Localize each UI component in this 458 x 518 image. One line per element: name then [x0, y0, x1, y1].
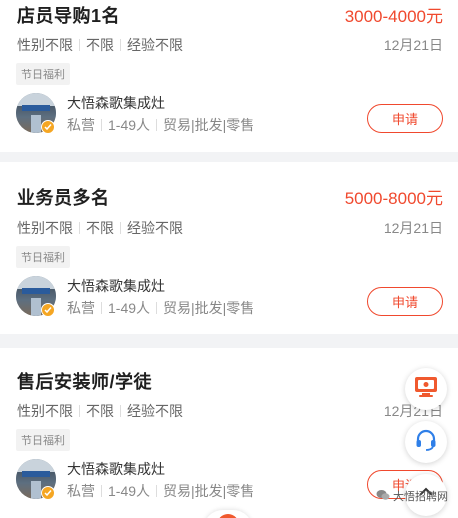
store-sign: [22, 288, 50, 294]
store-sign: [22, 105, 50, 111]
education-requirement: 不限: [86, 37, 114, 53]
store-door: [31, 298, 41, 316]
company-industry: 贸易|批发|零售: [163, 483, 255, 499]
divider: [156, 302, 158, 314]
company-meta: 私营 1-49人 贸易|批发|零售: [67, 298, 262, 318]
store-sign: [22, 471, 50, 477]
monitor-icon: [413, 374, 439, 405]
post-date: 12月21日: [383, 220, 443, 236]
store-door: [31, 481, 41, 499]
customer-service-button[interactable]: [405, 421, 447, 463]
job-salary: 3000-4000元: [344, 7, 443, 26]
job-salary: 5000-8000元: [344, 189, 443, 208]
company-size: 1-49人: [108, 117, 151, 133]
divider: [156, 485, 158, 497]
divider: [101, 302, 102, 314]
divider: [156, 119, 158, 131]
divider: [79, 39, 80, 51]
wechat-icon: [376, 489, 390, 504]
education-requirement: 不限: [86, 220, 114, 236]
monitor-float-button[interactable]: [405, 368, 447, 410]
benefit-tag: 节日福利: [16, 63, 70, 85]
company-meta: 私营 1-49人 贸易|批发|零售: [67, 115, 262, 135]
headset-icon: [414, 428, 438, 457]
divider: [101, 119, 102, 131]
gender-requirement: 性别不限: [17, 403, 73, 419]
job-title[interactable]: 店员导购1名: [17, 2, 120, 28]
job-card[interactable]: 业务员多名 5000-8000元 性别不限 不限 经验不限 12月21日 节日福…: [0, 162, 458, 334]
experience-requirement: 经验不限: [127, 220, 183, 236]
divider: [79, 222, 80, 234]
job-title[interactable]: 业务员多名: [17, 184, 110, 210]
divider: [120, 222, 121, 234]
watermark: 大悟招聘网: [376, 488, 448, 504]
job-requirements: 性别不限 不限 经验不限: [17, 401, 183, 421]
job-requirements: 性别不限 不限 经验不限: [17, 35, 183, 55]
company-type: 私营: [67, 117, 95, 133]
job-title[interactable]: 售后安装师/学徒: [17, 368, 152, 394]
education-requirement: 不限: [86, 403, 114, 419]
experience-requirement: 经验不限: [127, 37, 183, 53]
watermark-text: 大悟招聘网: [393, 491, 448, 503]
action-dot-icon: [217, 514, 239, 518]
verified-badge-icon: [41, 303, 55, 317]
company-name[interactable]: 大悟森歌集成灶: [67, 459, 165, 479]
company-name[interactable]: 大悟森歌集成灶: [67, 276, 165, 296]
apply-button[interactable]: 申请: [367, 104, 443, 133]
experience-requirement: 经验不限: [127, 403, 183, 419]
company-size: 1-49人: [108, 300, 151, 316]
company-size: 1-49人: [108, 483, 151, 499]
store-door: [31, 115, 41, 133]
apply-button[interactable]: 申请: [367, 287, 443, 316]
divider: [101, 485, 102, 497]
company-industry: 贸易|批发|零售: [163, 300, 255, 316]
job-card[interactable]: 店员导购1名 3000-4000元 性别不限 不限 经验不限 12月21日 节日…: [0, 0, 458, 152]
company-type: 私营: [67, 300, 95, 316]
verified-badge-icon: [41, 120, 55, 134]
verified-badge-icon: [41, 486, 55, 500]
benefit-tag: 节日福利: [16, 429, 70, 451]
gender-requirement: 性别不限: [17, 37, 73, 53]
gender-requirement: 性别不限: [17, 220, 73, 236]
post-date: 12月21日: [383, 37, 443, 53]
company-type: 私营: [67, 483, 95, 499]
job-requirements: 性别不限 不限 经验不限: [17, 218, 183, 238]
divider: [79, 405, 80, 417]
benefit-tag: 节日福利: [16, 246, 70, 268]
divider: [120, 405, 121, 417]
company-meta: 私营 1-49人 贸易|批发|零售: [67, 481, 262, 501]
company-name[interactable]: 大悟森歌集成灶: [67, 93, 165, 113]
company-industry: 贸易|批发|零售: [163, 117, 255, 133]
divider: [120, 39, 121, 51]
